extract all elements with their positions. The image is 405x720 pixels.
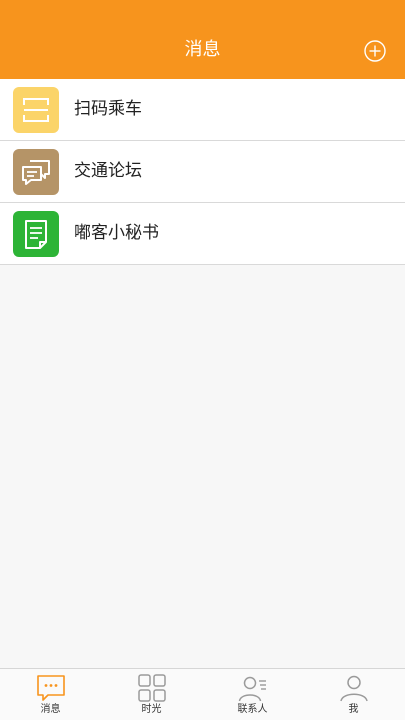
message-icon bbox=[37, 675, 65, 701]
tab-label: 联系人 bbox=[237, 704, 268, 715]
user-icon bbox=[340, 675, 368, 702]
tab-me[interactable]: 我 bbox=[303, 669, 404, 720]
contacts-icon bbox=[238, 676, 266, 702]
top-nav-bar: 消息 bbox=[0, 0, 405, 79]
list-item-label: 扫码乘车 bbox=[74, 99, 142, 119]
list-item-scan-ride[interactable]: 扫码乘车 bbox=[0, 79, 405, 141]
document-icon bbox=[13, 211, 59, 257]
tab-label: 消息 bbox=[40, 704, 61, 715]
list-item-label: 交通论坛 bbox=[74, 161, 142, 181]
tab-moments[interactable]: 时光 bbox=[101, 669, 202, 720]
add-icon[interactable] bbox=[364, 40, 386, 62]
tab-contacts[interactable]: 联系人 bbox=[202, 669, 303, 720]
bottom-tab-bar: 消息 时光 联系人 我 bbox=[0, 668, 405, 720]
list-item-secretary[interactable]: 嘟客小秘书 bbox=[0, 203, 405, 265]
page-title: 消息 bbox=[184, 39, 221, 60]
list-item-traffic-forum[interactable]: 交通论坛 bbox=[0, 141, 405, 203]
chat-bubbles-icon bbox=[13, 149, 59, 195]
list-item-label: 嘟客小秘书 bbox=[74, 223, 159, 243]
tab-label: 我 bbox=[348, 704, 359, 715]
tab-messages[interactable]: 消息 bbox=[0, 669, 101, 720]
tab-label: 时光 bbox=[141, 704, 162, 715]
grid-icon bbox=[138, 674, 166, 702]
message-list: 扫码乘车 交通论坛 嘟客小秘书 bbox=[0, 79, 405, 265]
scan-icon bbox=[13, 87, 59, 133]
